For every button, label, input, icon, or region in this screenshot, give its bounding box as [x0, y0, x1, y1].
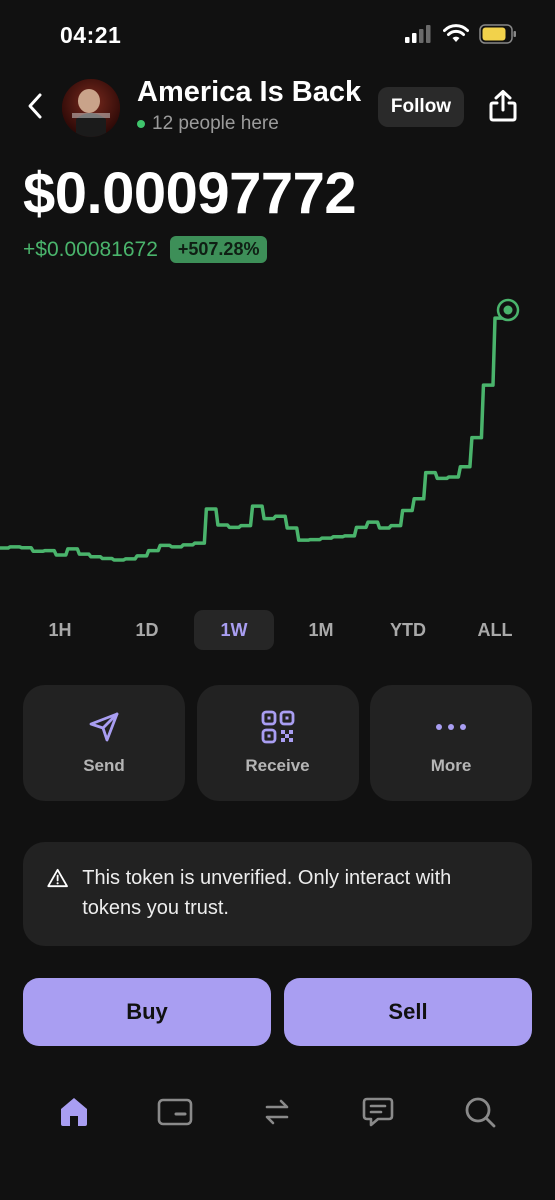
- more-dots-icon: [436, 724, 466, 730]
- price-change-absolute: +$0.00081672: [23, 237, 158, 261]
- presence-indicator: 12 people here: [137, 113, 279, 135]
- avatar[interactable]: [62, 79, 120, 137]
- home-icon: [61, 1098, 87, 1126]
- range-tab-1d[interactable]: 1D: [107, 610, 187, 650]
- wifi-icon: [443, 24, 469, 42]
- sell-button[interactable]: Sell: [284, 978, 532, 1046]
- warning-triangle-icon: [47, 868, 68, 888]
- online-dot-icon: [137, 120, 145, 128]
- header: America Is Back 12 people here Follow: [0, 70, 555, 150]
- time-range-selector: 1H 1D 1W 1M YTD ALL: [20, 610, 535, 652]
- range-tab-ytd[interactable]: YTD: [368, 610, 448, 650]
- range-tab-1w[interactable]: 1W: [194, 610, 274, 650]
- receive-label: Receive: [245, 756, 310, 775]
- status-bar: 04:21: [0, 0, 555, 70]
- token-logo-image: [62, 79, 120, 137]
- more-button[interactable]: More: [370, 685, 532, 801]
- price-value: $0.00097772: [23, 161, 357, 226]
- price-change-row: +$0.00081672 +507.28%: [23, 236, 268, 263]
- price-change-percent-badge: +507.28%: [169, 236, 268, 263]
- battery-icon: [479, 24, 516, 44]
- token-title: America Is Back: [137, 76, 362, 108]
- latest-price-dot: [503, 305, 513, 315]
- range-tab-all[interactable]: ALL: [455, 610, 535, 650]
- swap-icon: [265, 1099, 289, 1125]
- search-icon: [465, 1097, 496, 1128]
- chat-icon: [362, 1097, 394, 1127]
- wallet-card-icon: [157, 1098, 193, 1126]
- status-icons: [405, 24, 517, 44]
- tab-home[interactable]: [52, 1090, 96, 1134]
- tab-swap[interactable]: [255, 1090, 299, 1134]
- signal-icon: [405, 25, 431, 43]
- share-icon: [489, 90, 517, 122]
- receive-button[interactable]: Receive: [196, 685, 359, 801]
- bottom-tab-bar: [0, 1080, 555, 1140]
- warning-text: This token is unverified. Only interact …: [82, 867, 452, 919]
- follow-button[interactable]: Follow: [378, 87, 464, 127]
- back-button[interactable]: [20, 88, 50, 124]
- price-chart[interactable]: [0, 285, 555, 595]
- tab-wallet[interactable]: [153, 1090, 197, 1134]
- action-cards: Send Receive More: [23, 685, 532, 801]
- share-button[interactable]: [486, 86, 520, 126]
- qr-code-icon: [261, 710, 294, 744]
- tab-search[interactable]: [458, 1090, 502, 1134]
- status-time: 04:21: [60, 22, 122, 48]
- chevron-left-icon: [28, 93, 42, 119]
- presence-count: 12 people here: [152, 113, 279, 134]
- range-tab-1m[interactable]: 1M: [281, 610, 361, 650]
- range-tab-1h[interactable]: 1H: [20, 610, 100, 650]
- buy-button[interactable]: Buy: [23, 978, 271, 1046]
- trade-buttons: Buy Sell: [23, 978, 532, 1046]
- tab-chat[interactable]: [356, 1090, 400, 1134]
- send-label: Send: [83, 756, 125, 775]
- unverified-token-warning: This token is unverified. Only interact …: [23, 842, 532, 946]
- more-label: More: [430, 756, 472, 775]
- send-button[interactable]: Send: [23, 685, 185, 801]
- price-series-line: [0, 308, 509, 562]
- send-icon: [89, 712, 119, 742]
